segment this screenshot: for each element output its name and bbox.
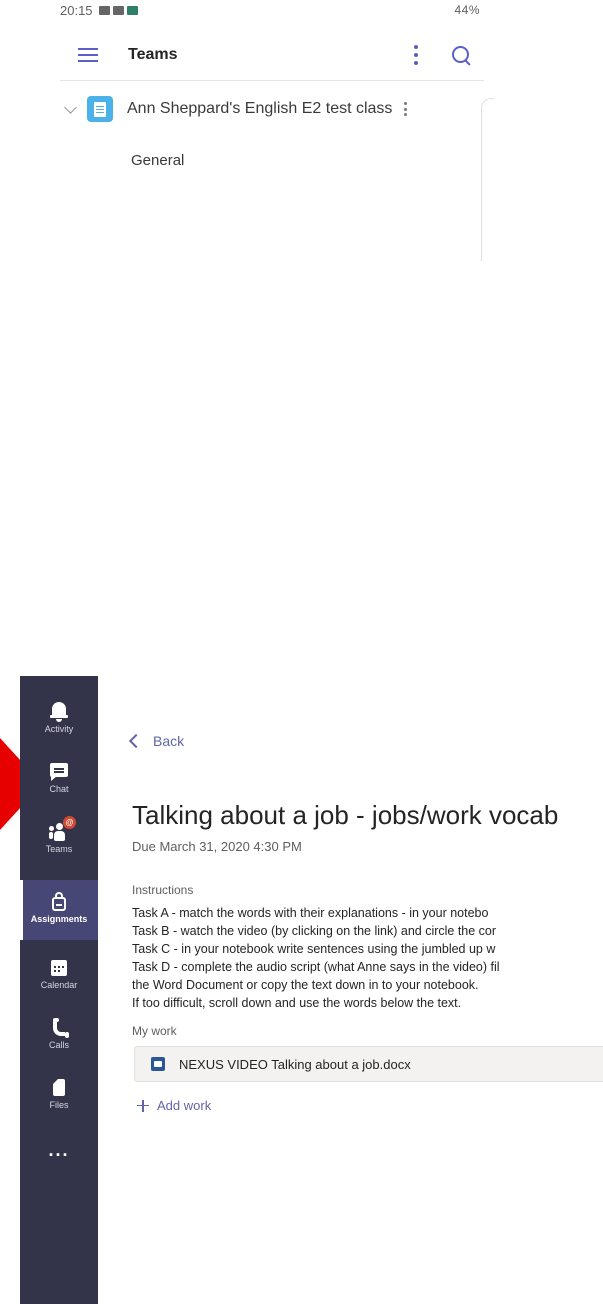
app-bar-title: Teams [128, 46, 178, 63]
team-name: Ann Sheppard's English E2 test class [127, 100, 393, 117]
instruction-line: Task B - watch the video (by clicking on… [132, 924, 497, 938]
phone-screenshot: 20:15 44% Teams Ann Sheppard's English E… [0, 0, 603, 330]
instruction-line: Task C - in your notebook write sentence… [132, 942, 496, 956]
phone-icon [49, 1018, 69, 1038]
file-icon [49, 1078, 69, 1098]
mail-icon [112, 5, 124, 15]
instructions-label: Instructions [132, 883, 194, 897]
side-panel-edge [481, 98, 494, 261]
chevron-down-icon[interactable] [64, 100, 77, 114]
app-rail: Activity Chat @ Teams Assignments Calend… [20, 676, 98, 1304]
rail-item-label: Calls [48, 1040, 69, 1050]
channel-general[interactable]: General [131, 152, 184, 169]
more-options-icon[interactable] [414, 45, 418, 65]
instruction-line: the Word Document or copy the text down … [132, 978, 479, 992]
chat-icon [49, 762, 69, 782]
attached-file[interactable]: NEXUS VIDEO Talking about a job.docx [134, 1046, 603, 1082]
notification-icon [98, 5, 110, 15]
team-avatar [87, 96, 113, 122]
chevron-left-icon [128, 733, 144, 749]
rail-item-chat[interactable]: Chat [20, 750, 98, 810]
mention-badge: @ [63, 816, 76, 829]
notification-icons [98, 5, 138, 15]
status-bar: 20:15 44% [60, 0, 480, 20]
rail-item-label: Teams [45, 844, 73, 854]
rail-item-calendar[interactable]: Calendar [20, 946, 98, 1006]
teams-icon: @ [49, 816, 76, 842]
hamburger-menu-icon[interactable] [78, 48, 98, 62]
team-row[interactable]: Ann Sheppard's English E2 test class [60, 94, 484, 124]
rail-item-teams[interactable]: @ Teams [20, 810, 98, 870]
rail-item-label: Activity [44, 724, 74, 734]
rail-item-label: Assignments [30, 914, 88, 924]
rail-item-label: Chat [49, 784, 69, 794]
instruction-line: Task A - match the words with their expl… [132, 906, 489, 920]
file-name: NEXUS VIDEO Talking about a job.docx [179, 1056, 411, 1072]
rail-item-activity[interactable]: Activity [20, 690, 98, 750]
instruction-line: Task D - complete the audio script (what… [132, 960, 500, 974]
more-dots-icon: ... [48, 1140, 70, 1160]
my-work-label: My work [132, 1024, 177, 1038]
more-apps-button[interactable]: ... [20, 1126, 98, 1186]
plus-icon [137, 1099, 149, 1112]
calendar-icon [49, 958, 69, 978]
back-label: Back [153, 733, 185, 749]
due-date: Due March 31, 2020 4:30 PM [132, 839, 302, 854]
assignment-title: Talking about a job - jobs/work vocab [132, 800, 559, 830]
rail-item-label: Calendar [40, 980, 78, 990]
rail-item-assignments[interactable]: Assignments [20, 880, 98, 940]
search-icon[interactable] [452, 46, 471, 66]
rail-item-calls[interactable]: Calls [20, 1006, 98, 1066]
instruction-line: If too difficult, scroll down and use th… [132, 996, 462, 1010]
rail-item-label: Files [49, 1100, 69, 1110]
app-bar: Teams [60, 30, 484, 81]
team-more-options-icon[interactable] [404, 102, 408, 116]
battery-level: 44% [454, 3, 480, 17]
word-document-icon [151, 1057, 165, 1071]
app-notification-icon [126, 5, 138, 15]
instructions-text: Task A - match the words with their expl… [132, 904, 500, 1012]
add-work-button[interactable]: Add work [137, 1098, 211, 1113]
back-button[interactable]: Back [128, 733, 185, 749]
add-work-label: Add work [157, 1098, 212, 1113]
bell-icon [49, 702, 69, 722]
assignments-icon [49, 892, 69, 912]
status-time: 20:15 [60, 2, 93, 18]
rail-item-files[interactable]: Files [20, 1066, 98, 1126]
